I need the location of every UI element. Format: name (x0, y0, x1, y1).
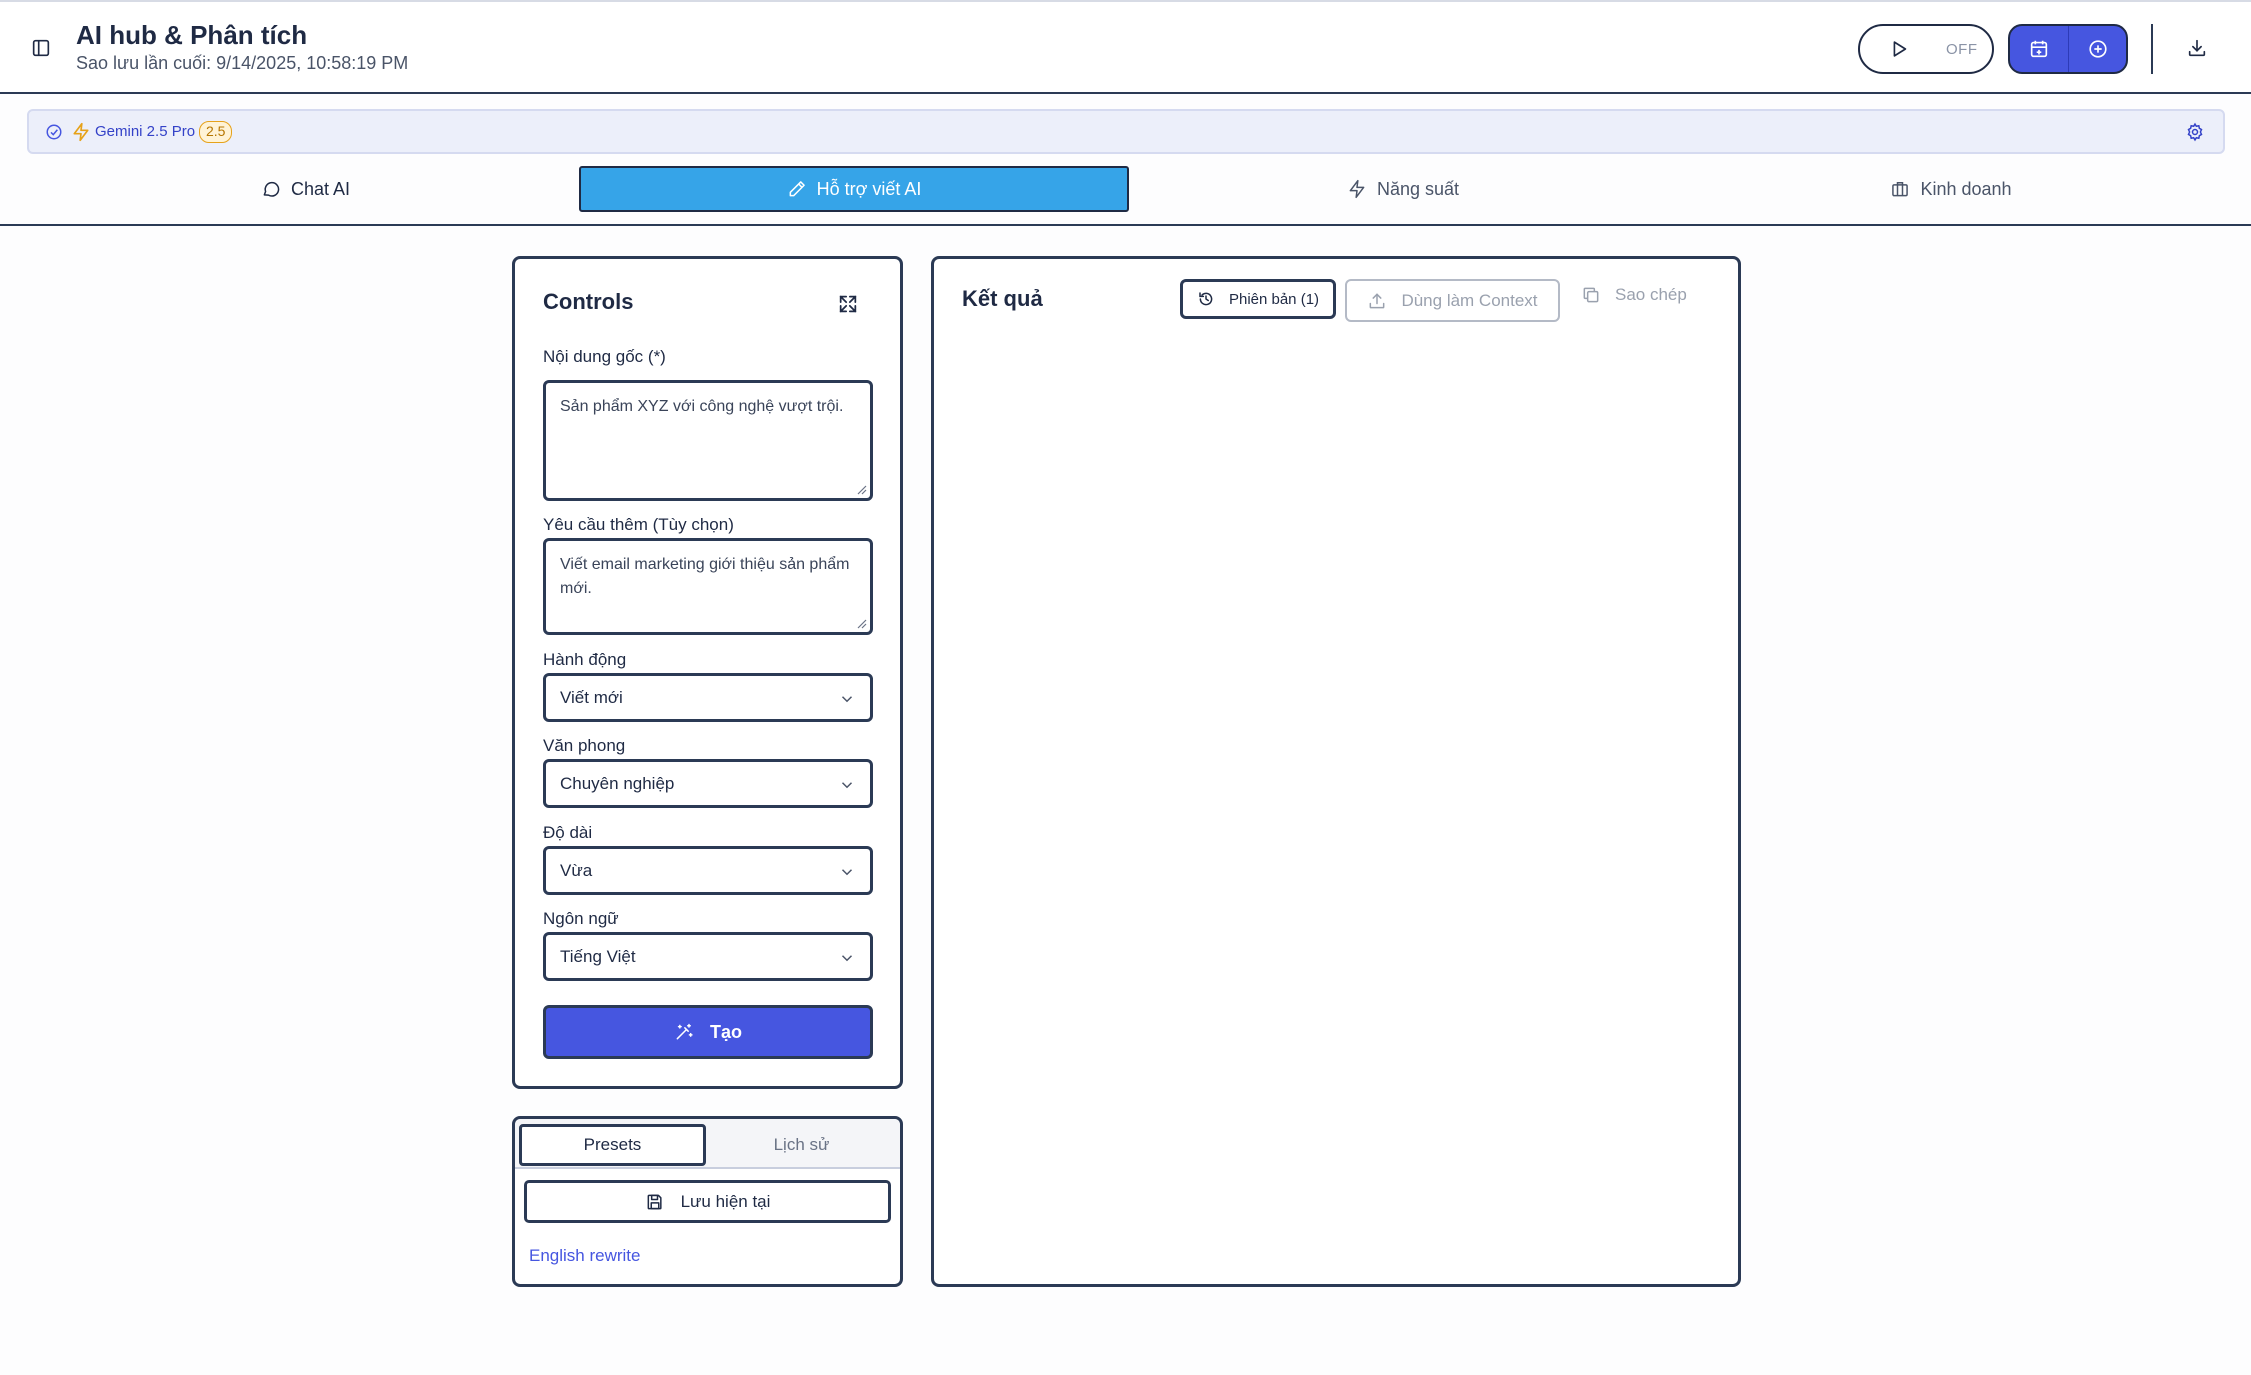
versions-label: Phiên bản (1) (1228, 290, 1320, 308)
download-icon[interactable] (2186, 37, 2212, 63)
schedule-button[interactable] (2010, 26, 2068, 72)
extra-request-value: Viết email marketing giới thiệu sản phẩm… (560, 556, 850, 597)
result-panel: Kết quả Phiên bản (1) Dùng làm Context S… (931, 256, 1741, 1287)
briefcase-icon (1890, 179, 1910, 199)
main-tabs: Chat AI Hỗ trợ viết AI Năng suất Kinh do… (27, 166, 2225, 214)
lightning-icon (1347, 179, 1367, 199)
tone-value: Chuyên nghiệp (560, 774, 675, 793)
pencil-icon (787, 179, 807, 199)
extra-request-input[interactable]: Viết email marketing giới thiệu sản phẩm… (543, 538, 873, 635)
length-select[interactable]: Vừa (543, 846, 873, 895)
source-content-label: Nội dung gốc (*) (543, 347, 666, 366)
tab-business[interactable]: Kinh doanh (1677, 166, 2225, 212)
tab-history[interactable]: Lịch sử (708, 1124, 895, 1166)
source-content-value: Sản phẩm XYZ với công nghệ vượt trội. (560, 398, 844, 415)
use-as-context-label: Dùng làm Context (1401, 290, 1538, 310)
last-saved-text: Sao lưu lần cuối: 9/14/2025, 10:58:19 PM (76, 53, 409, 73)
chat-bubble-icon (261, 179, 281, 199)
tab-writing-assistant[interactable]: Hỗ trợ viết AI (579, 166, 1129, 212)
copy-icon (1581, 285, 1601, 305)
result-title: Kết quả (962, 286, 1043, 311)
chevron-down-icon (838, 690, 856, 708)
resize-handle-icon[interactable] (855, 483, 867, 495)
tab-label: Chat AI (290, 178, 351, 199)
use-as-context-button[interactable]: Dùng làm Context (1345, 279, 1560, 322)
language-select[interactable]: Tiếng Việt (543, 932, 873, 981)
tab-label: Hỗ trợ viết AI (816, 178, 922, 199)
upload-icon (1367, 291, 1387, 311)
presets-tabs: Presets Lịch sử (515, 1119, 900, 1169)
extra-request-label: Yêu cầu thêm (Tùy chọn) (543, 515, 734, 534)
check-circle-icon (45, 123, 63, 141)
chevron-down-icon (838, 949, 856, 967)
header-divider (2151, 24, 2153, 74)
source-content-input[interactable]: Sản phẩm XYZ với công nghệ vượt trội. (543, 380, 873, 501)
model-status-bar: Gemini 2.5 Pro 2.5 (27, 109, 2225, 154)
versions-button[interactable]: Phiên bản (1) (1180, 279, 1336, 319)
model-version-badge: 2.5 (199, 121, 233, 143)
save-current-label: Lưu hiện tại (680, 1191, 771, 1211)
length-value: Vừa (560, 861, 593, 880)
chevron-down-icon (838, 776, 856, 794)
calendar-plus-icon (2028, 38, 2050, 60)
create-label: Tạo (709, 1021, 742, 1042)
tab-label: Năng suất (1376, 178, 1460, 199)
tab-productivity[interactable]: Năng suất (1129, 166, 1677, 212)
presets-panel: Presets Lịch sử Lưu hiện tại English rew… (512, 1116, 903, 1287)
controls-title: Controls (543, 289, 634, 314)
plus-circle-icon (2087, 38, 2109, 60)
save-icon (645, 1192, 665, 1212)
auto-run-toggle[interactable]: OFF (1858, 24, 1994, 74)
action-value: Viết mới (560, 688, 623, 707)
model-name: Gemini 2.5 Pro (95, 123, 196, 140)
expand-icon[interactable] (837, 293, 859, 315)
copy-label: Sao chép (1615, 285, 1687, 304)
resize-handle-icon[interactable] (855, 617, 867, 629)
tab-label: Kinh doanh (1920, 178, 2012, 199)
language-value: Tiếng Việt (560, 947, 636, 966)
action-select[interactable]: Viết mới (543, 673, 873, 722)
action-label: Hành động (543, 650, 627, 669)
add-button[interactable] (2068, 26, 2126, 72)
copy-button[interactable]: Sao chép (1581, 285, 1687, 305)
preset-item[interactable]: English rewrite (529, 1246, 641, 1266)
length-label: Độ dài (543, 823, 593, 842)
page-title: AI hub & Phân tích (76, 20, 308, 50)
toggle-state-label: OFF (1946, 40, 1978, 58)
tone-label: Văn phong (543, 736, 626, 755)
app-header: AI hub & Phân tích Sao lưu lần cuối: 9/1… (0, 0, 2251, 94)
save-current-button[interactable]: Lưu hiện tại (524, 1180, 891, 1223)
tab-presets[interactable]: Presets (519, 1124, 706, 1166)
header-action-group (2008, 24, 2128, 74)
tone-select[interactable]: Chuyên nghiệp (543, 759, 873, 808)
magic-wand-icon (674, 1022, 694, 1042)
create-button[interactable]: Tạo (543, 1005, 873, 1059)
tabs-divider (0, 224, 2251, 226)
lightning-icon (71, 122, 91, 142)
tab-chat-ai[interactable]: Chat AI (27, 166, 584, 212)
play-icon (1888, 38, 1910, 60)
history-icon (1197, 290, 1215, 308)
language-label: Ngôn ngữ (543, 909, 619, 928)
gear-icon[interactable] (2185, 122, 2207, 144)
sidebar-toggle-icon[interactable] (30, 37, 58, 65)
controls-panel: Controls Nội dung gốc (*) Sản phẩm XYZ v… (512, 256, 903, 1089)
chevron-down-icon (838, 863, 856, 881)
